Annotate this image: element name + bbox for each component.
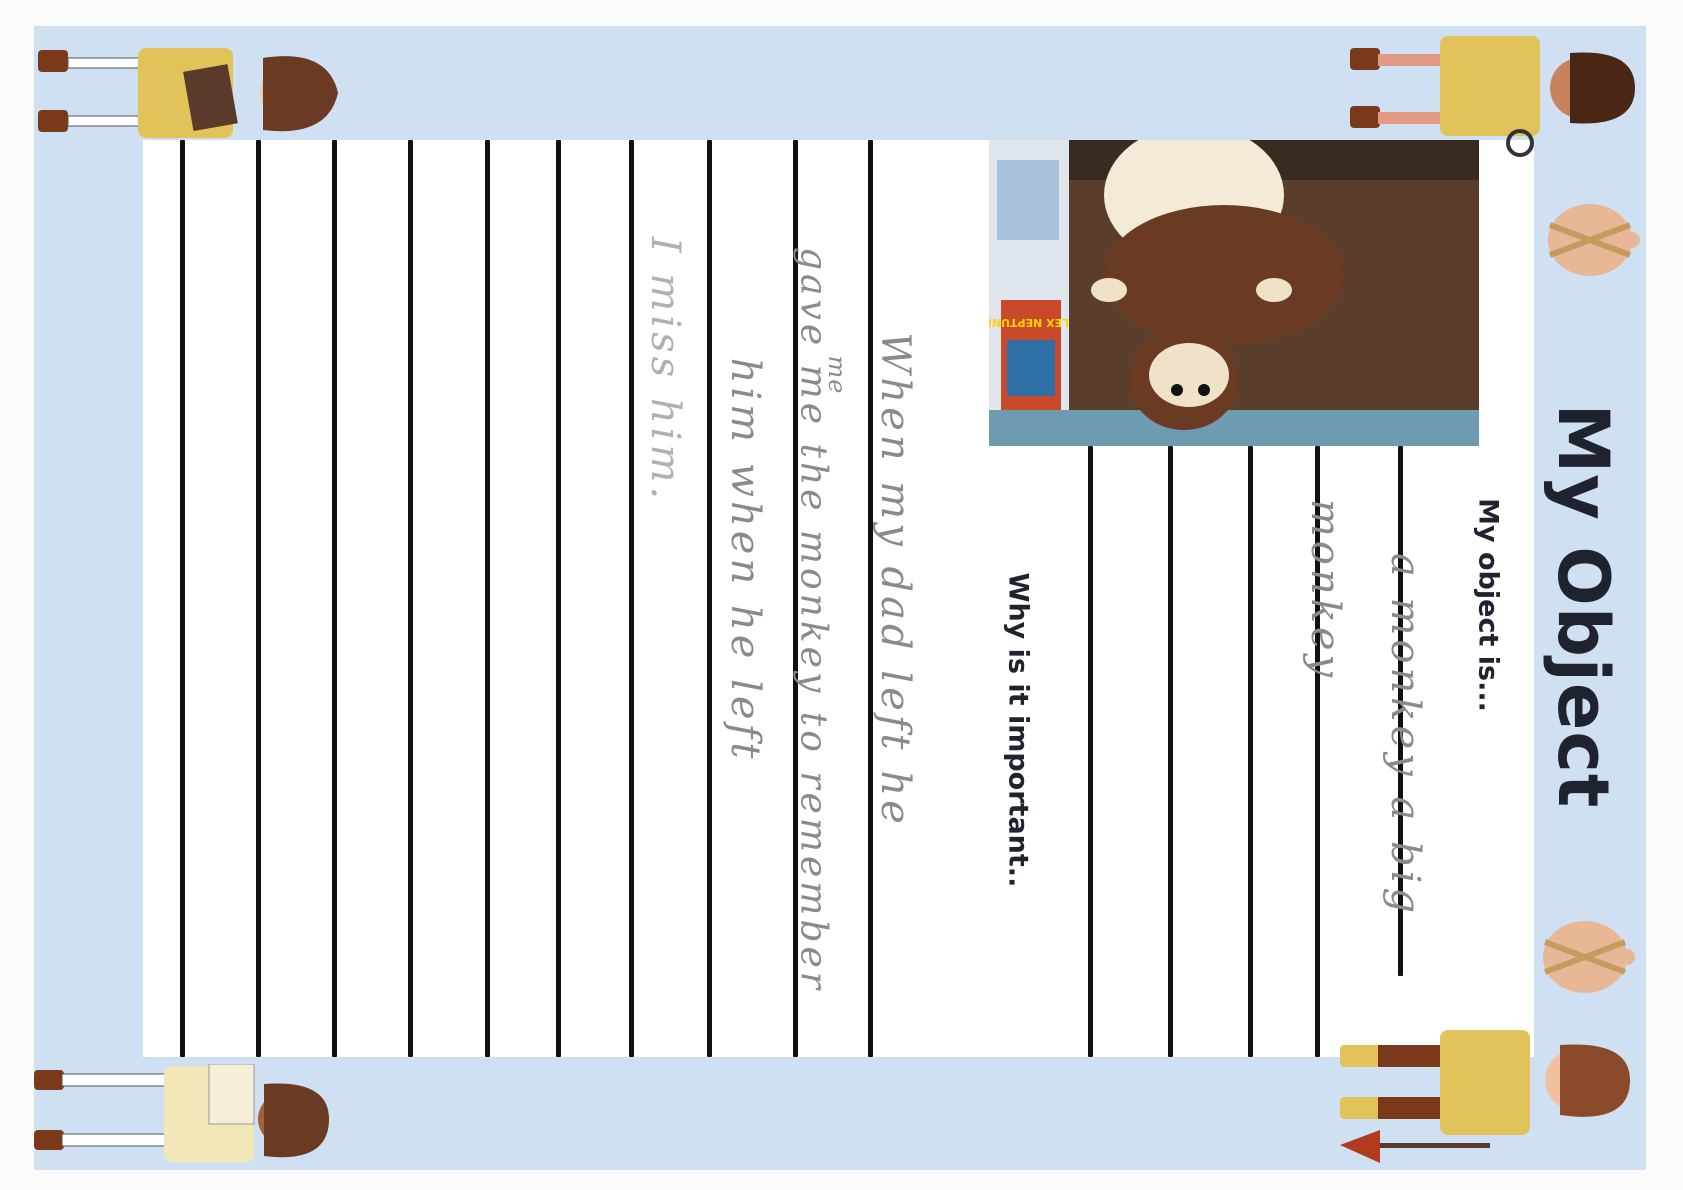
ruled-line bbox=[707, 140, 712, 1057]
explorer-reading-book-icon bbox=[38, 48, 338, 138]
page-title-text: My Object bbox=[1542, 403, 1624, 809]
ruled-line bbox=[1088, 446, 1093, 1057]
explorer-reading-map-icon bbox=[34, 1064, 329, 1162]
ruled-line bbox=[556, 140, 561, 1057]
page-title: My Object bbox=[1542, 346, 1624, 866]
object-photo: ALEX NEPTUNE bbox=[989, 140, 1479, 446]
explorer-with-spade-icon bbox=[1340, 1030, 1630, 1163]
why-heading: Why is it important.. bbox=[1002, 572, 1034, 888]
ruled-line bbox=[180, 140, 185, 1057]
why-answer-line: gave me the monkey to remember bbox=[792, 246, 834, 994]
object-answer-line: a monkey a big bbox=[1382, 552, 1428, 918]
object-heading: My object is... bbox=[1472, 498, 1504, 712]
ruled-line bbox=[629, 140, 634, 1057]
why-answer-line: I miss him. bbox=[642, 236, 688, 504]
ruled-line bbox=[332, 140, 337, 1057]
ruled-line bbox=[256, 140, 261, 1057]
why-answer-line: him when he left bbox=[722, 357, 768, 763]
photo-book-title: ALEX NEPTUNE bbox=[989, 316, 1078, 329]
why-answer-line: When my dad left he bbox=[872, 332, 918, 828]
object-answer-line: monkey bbox=[1302, 498, 1348, 682]
tied-sack-icon bbox=[1548, 204, 1640, 276]
monkey-photo-image: ALEX NEPTUNE bbox=[989, 140, 1479, 446]
ruled-line bbox=[408, 140, 413, 1057]
ruled-line bbox=[485, 140, 490, 1057]
ruled-line bbox=[1248, 446, 1253, 1057]
explorer-with-magnifier-icon bbox=[1350, 36, 1635, 157]
ruled-line bbox=[1168, 446, 1173, 1057]
tied-sack-icon bbox=[1543, 921, 1635, 993]
